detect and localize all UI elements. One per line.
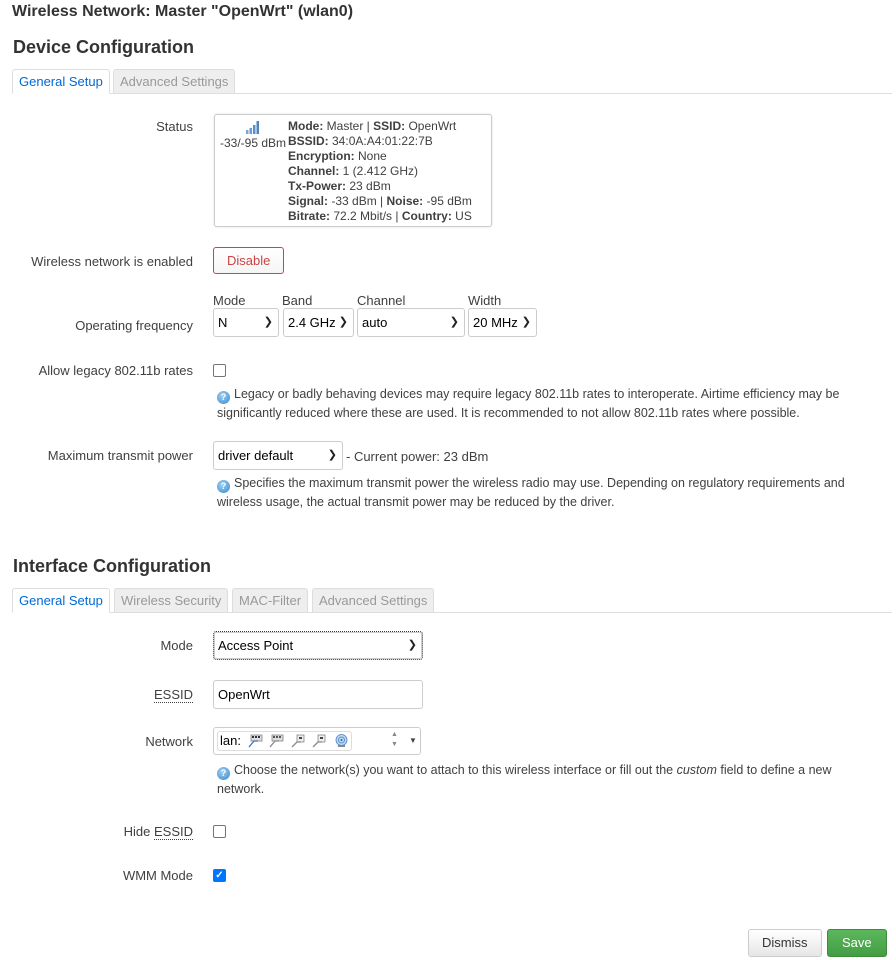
status-box: -33/-95 dBm Mode: Master | SSID: OpenWrt… <box>214 114 492 227</box>
status-line: Channel: 1 (2.412 GHz) <box>288 164 472 179</box>
chevron-down-icon: ❯ <box>521 316 531 328</box>
page-title: Wireless Network: Master "OpenWrt" (wlan… <box>12 3 354 20</box>
device-config-tabs: General Setup Advanced Settings <box>12 69 892 94</box>
band-value: 2.4 GHz <box>288 315 336 330</box>
channel-sublabel: Channel <box>357 293 406 308</box>
status-key: Mode: <box>288 119 324 133</box>
status-key: SSID: <box>373 119 406 133</box>
status-details: Mode: Master | SSID: OpenWrt BSSID: 34:0A… <box>288 119 472 224</box>
wmm-mode-checkbox[interactable]: ✓ <box>213 869 226 882</box>
scroll-arrows[interactable]: ▲ ▼ <box>391 730 398 750</box>
network-label: Network <box>145 734 193 749</box>
legacy-rates-label: Allow legacy 802.11b rates <box>38 363 193 378</box>
status-line: Tx-Power: 23 dBm <box>288 179 472 194</box>
current-power-text: - Current power: 23 dBm <box>346 449 489 464</box>
save-button[interactable]: Save <box>827 929 887 957</box>
status-key: Signal: <box>288 194 329 208</box>
status-value: -33 dBm | <box>328 194 387 208</box>
operating-frequency-label: Operating frequency <box>75 318 193 333</box>
status-value: US <box>451 209 472 223</box>
status-value: 72.2 Mbit/s | <box>330 209 402 223</box>
status-key: Country: <box>401 209 452 223</box>
status-key: Tx-Power: <box>288 179 347 193</box>
signal-bars-icon <box>246 121 259 134</box>
status-key: Encryption: <box>288 149 355 163</box>
band-select[interactable]: 2.4 GHz ❯ <box>283 308 354 337</box>
iface-mode-select[interactable]: Access Point ❯ <box>213 631 423 660</box>
help-icon: ? <box>217 480 230 493</box>
txpower-select[interactable]: driver default ❯ <box>213 441 343 470</box>
mode-sublabel: Mode <box>213 293 246 308</box>
network-select[interactable]: lan: ▲ ▼ ▼ <box>213 727 421 755</box>
status-line: Mode: Master | SSID: OpenWrt <box>288 119 472 134</box>
status-key: BSSID: <box>288 134 329 148</box>
wifi-icon <box>335 734 348 747</box>
txpower-label: Maximum transmit power <box>47 448 193 463</box>
status-value: 34:0A:A4:01:22:7B <box>328 134 433 148</box>
chevron-down-icon: ❯ <box>338 316 348 328</box>
mode-select[interactable]: N ❯ <box>213 308 279 337</box>
status-value: 1 (2.412 GHz) <box>339 164 419 178</box>
legacy-rates-help: ? Legacy or badly behaving devices may re… <box>217 387 840 420</box>
mode-value: N <box>218 315 228 330</box>
network-help: ? Choose the network(s) you want to attac… <box>217 763 832 796</box>
iface-mode-label: Mode <box>160 638 193 653</box>
chevron-down-icon: ❯ <box>327 449 337 461</box>
iface-mode-value: Access Point <box>218 638 294 653</box>
tab-advanced-settings[interactable]: Advanced Settings <box>113 69 236 94</box>
chevron-down-icon: ❯ <box>263 316 273 328</box>
chevron-down-icon: ❯ <box>407 639 417 651</box>
ethernet-port-icon <box>269 734 284 748</box>
legacy-rates-checkbox[interactable] <box>213 364 226 377</box>
hide-essid-label: Hide ESSID <box>123 824 193 840</box>
signal-text: -33/-95 dBm <box>219 136 287 150</box>
enabled-label: Wireless network is enabled <box>31 254 193 269</box>
status-label: Status <box>156 119 193 134</box>
device-config-heading: Device Configuration <box>13 37 195 57</box>
wmm-mode-label: WMM Mode <box>122 868 193 883</box>
essid-input[interactable]: OpenWrt <box>213 680 423 709</box>
width-sublabel: Width <box>468 293 502 308</box>
ethernet-port-icon <box>291 734 305 748</box>
iface-config-heading: Interface Configuration <box>13 556 212 576</box>
iface-config-tabs: General Setup Wireless Security MAC-Filt… <box>12 588 892 613</box>
essid-label: ESSID <box>153 687 193 703</box>
txpower-value: driver default <box>218 448 294 463</box>
width-select[interactable]: 20 MHz ❯ <box>468 308 537 337</box>
hide-essid-checkbox[interactable] <box>213 825 226 838</box>
status-line: BSSID: 34:0A:A4:01:22:7B <box>288 134 472 149</box>
status-key: Noise: <box>386 194 424 208</box>
network-selected-items: lan: <box>217 731 352 751</box>
disable-button[interactable]: Disable <box>213 247 285 274</box>
status-value: 23 dBm <box>346 179 391 193</box>
ethernet-port-icon <box>313 734 326 748</box>
tab-advanced-settings[interactable]: Advanced Settings <box>312 588 435 613</box>
status-line: Bitrate: 72.2 Mbit/s | Country: US <box>288 209 472 224</box>
dismiss-button[interactable]: Dismiss <box>748 929 822 957</box>
width-value: 20 MHz <box>473 315 518 330</box>
status-line: Encryption: None <box>288 149 472 164</box>
status-value: OpenWrt <box>405 119 457 133</box>
tab-wireless-security[interactable]: Wireless Security <box>114 588 229 613</box>
chevron-down-icon: ❯ <box>449 316 459 328</box>
help-icon: ? <box>217 767 230 780</box>
tab-mac-filter[interactable]: MAC-Filter <box>232 588 309 613</box>
help-icon: ? <box>217 391 230 404</box>
status-value: -95 dBm <box>423 194 472 208</box>
status-key: Channel: <box>288 164 340 178</box>
dropdown-arrow-icon[interactable]: ▼ <box>409 736 417 745</box>
channel-select[interactable]: auto ❯ <box>357 308 465 337</box>
tab-general-setup[interactable]: General Setup <box>12 588 110 613</box>
status-key: Bitrate: <box>288 209 331 223</box>
status-value: Master | <box>323 119 374 133</box>
channel-value: auto <box>362 315 388 330</box>
status-line: Signal: -33 dBm | Noise: -95 dBm <box>288 194 472 209</box>
tab-general-setup[interactable]: General Setup <box>12 69 110 94</box>
ethernet-port-icon <box>248 734 262 748</box>
txpower-help: ? Specifies the maximum transmit power th… <box>217 476 845 509</box>
signal-readout: -33/-95 dBm <box>219 120 287 150</box>
status-value: None <box>354 149 387 163</box>
band-sublabel: Band <box>282 293 313 308</box>
network-value: lan: <box>220 733 241 748</box>
